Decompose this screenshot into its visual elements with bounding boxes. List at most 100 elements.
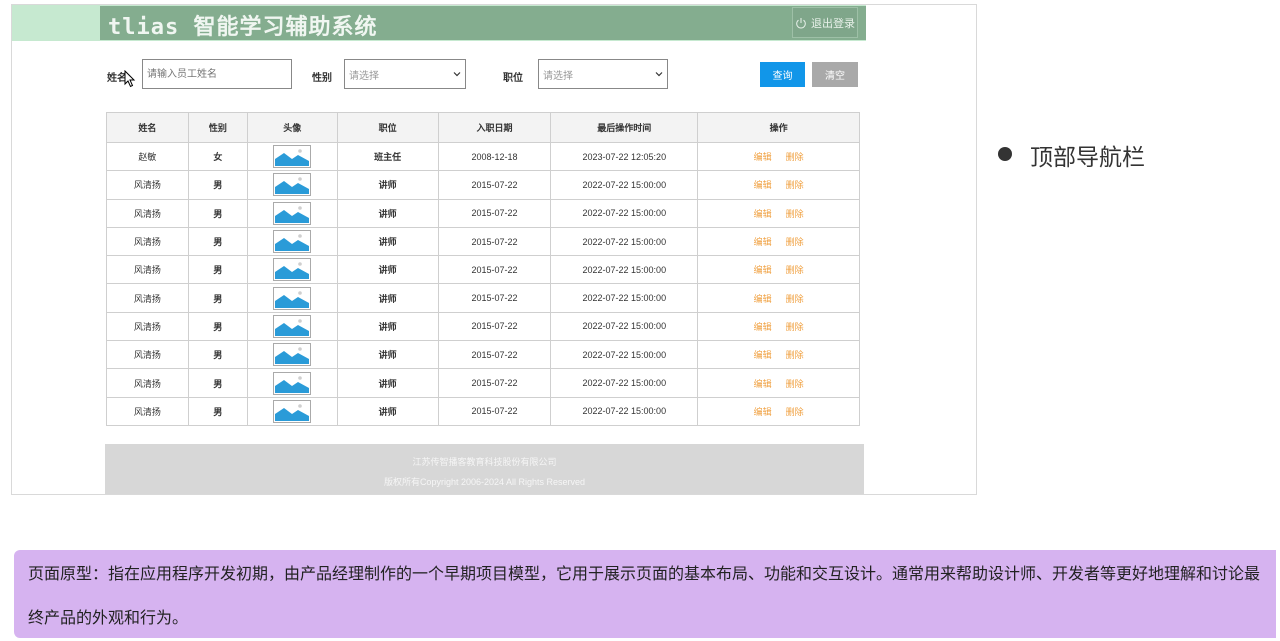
edit-link[interactable]: 编辑	[754, 379, 772, 389]
cell-job: 讲师	[336, 311, 439, 342]
cell-actions: 编辑 删除	[697, 396, 860, 426]
header-bar: tlias 智能学习辅助系统 退出登录	[100, 6, 866, 40]
edit-link[interactable]: 编辑	[754, 350, 772, 360]
job-select[interactable]: 请选择	[538, 59, 668, 89]
cell-entry-date: 2015-07-22	[437, 283, 552, 313]
cell-avatar	[246, 368, 338, 398]
cell-name: 风清扬	[106, 283, 189, 313]
delete-link[interactable]: 删除	[786, 265, 804, 275]
gender-select[interactable]: 请选择	[344, 59, 466, 89]
cell-update-time: 2022-07-22 15:00:00	[550, 283, 699, 313]
clear-button[interactable]: 清空	[812, 62, 858, 87]
cell-entry-date: 2015-07-22	[437, 226, 552, 257]
cell-name: 风清扬	[106, 368, 189, 398]
cell-name: 赵敏	[106, 141, 189, 172]
cell-gender: 男	[187, 311, 248, 342]
cell-avatar	[246, 255, 338, 285]
cell-update-time: 2022-07-22 15:00:00	[550, 340, 699, 370]
cell-update-time: 2022-07-22 15:00:00	[550, 396, 699, 426]
annotation-heading: 顶部导航栏	[1030, 144, 1145, 170]
job-select-value: 请选择	[543, 70, 573, 82]
chevron-down-icon	[655, 72, 663, 77]
image-placeholder-icon	[273, 286, 312, 310]
image-placeholder-icon	[273, 173, 312, 197]
table-row: 风清扬男 讲师 2015-07-22 2022-07-22 15:00:00 编辑 删除	[106, 340, 860, 370]
delete-link[interactable]: 删除	[786, 350, 804, 360]
delete-link[interactable]: 删除	[786, 379, 804, 389]
edit-link[interactable]: 编辑	[754, 237, 772, 247]
edit-link[interactable]: 编辑	[754, 180, 772, 190]
cell-update-time: 2022-07-22 15:00:00	[550, 311, 699, 342]
delete-link[interactable]: 删除	[786, 180, 804, 190]
image-placeholder-icon	[273, 258, 312, 282]
column-header: 职位	[336, 112, 439, 143]
delete-link[interactable]: 删除	[786, 152, 804, 162]
cell-name: 风清扬	[106, 198, 189, 228]
cell-update-time: 2022-07-22 15:00:00	[550, 368, 699, 398]
cell-actions: 编辑 删除	[697, 340, 860, 370]
cell-job: 讲师	[336, 255, 439, 285]
image-placeholder-icon	[273, 201, 312, 225]
delete-link[interactable]: 删除	[786, 294, 804, 304]
cell-name: 风清扬	[106, 255, 189, 285]
image-placeholder-icon	[273, 145, 312, 169]
cell-gender: 女	[187, 141, 248, 172]
footer-company: 江苏传智播客教育科技股份有限公司	[412, 457, 557, 467]
cell-avatar	[246, 396, 338, 426]
cell-entry-date: 2015-07-22	[437, 255, 552, 285]
cell-job: 讲师	[336, 396, 439, 426]
cell-gender: 男	[187, 198, 248, 228]
query-button[interactable]: 查询	[760, 62, 805, 87]
edit-link[interactable]: 编辑	[754, 209, 772, 219]
edit-link[interactable]: 编辑	[754, 407, 772, 417]
edit-link[interactable]: 编辑	[754, 294, 772, 304]
power-icon	[796, 17, 806, 28]
definition-note: 页面原型：指在应用程序开发初期，由产品经理制作的一个早期项目模型，它用于展示页面…	[14, 550, 1276, 638]
image-placeholder-icon	[273, 314, 312, 338]
delete-link[interactable]: 删除	[786, 209, 804, 219]
cell-update-time: 2022-07-22 15:00:00	[550, 255, 699, 285]
cell-entry-date: 2015-07-22	[437, 396, 552, 426]
cell-job: 班主任	[336, 141, 439, 172]
table-row: 风清扬男 讲师 2015-07-22 2022-07-22 15:00:00 编辑 删除	[106, 255, 860, 285]
cell-avatar	[246, 198, 338, 228]
column-header: 姓名	[106, 112, 189, 143]
table-row: 风清扬男 讲师 2015-07-22 2022-07-22 15:00:00 编辑 删除	[106, 283, 860, 313]
delete-link[interactable]: 删除	[786, 407, 804, 417]
cell-avatar	[246, 170, 338, 200]
edit-link[interactable]: 编辑	[754, 265, 772, 275]
cell-avatar	[246, 283, 338, 313]
cell-gender: 男	[187, 170, 248, 200]
image-placeholder-icon	[273, 371, 312, 395]
cell-entry-date: 2015-07-22	[437, 368, 552, 398]
cell-name: 风清扬	[106, 170, 189, 200]
cell-gender: 男	[187, 255, 248, 285]
search-filters: 姓名 性别 请选择 职位 请选择 查询 清空	[12, 59, 976, 91]
cell-update-time: 2023-07-22 12:05:20	[550, 141, 699, 172]
cell-actions: 编辑 删除	[697, 170, 860, 200]
cell-avatar	[246, 311, 338, 342]
delete-link[interactable]: 删除	[786, 322, 804, 332]
logout-label: 退出登录	[811, 17, 855, 30]
cell-actions: 编辑 删除	[697, 255, 860, 285]
cell-actions: 编辑 删除	[697, 311, 860, 342]
cell-actions: 编辑 删除	[697, 198, 860, 228]
name-search-input[interactable]	[142, 59, 292, 89]
brand-title: tlias 智能学习辅助系统	[108, 15, 378, 40]
delete-link[interactable]: 删除	[786, 237, 804, 247]
cell-entry-date: 2015-07-22	[437, 311, 552, 342]
gender-filter-label: 性别	[312, 73, 332, 84]
cell-job: 讲师	[336, 226, 439, 257]
note-text: 页面原型：指在应用程序开发初期，由产品经理制作的一个早期项目模型，它用于展示页面…	[28, 566, 1261, 627]
footer-copyright: 版权所有Copyright 2006-2024 All Rights Reser…	[383, 477, 586, 487]
chevron-down-icon	[453, 72, 461, 77]
table-row: 风清扬男 讲师 2015-07-22 2022-07-22 15:00:00 编辑 删除	[106, 396, 860, 426]
logout-button[interactable]: 退出登录	[792, 7, 858, 38]
cursor-icon	[124, 70, 136, 88]
bullet-dot	[998, 147, 1012, 161]
employee-table: 姓名 性别 头像 职位 入职日期 最后操作时间 操作 赵敏女 班主任 2008-12…	[106, 112, 860, 426]
cell-gender: 男	[187, 283, 248, 313]
edit-link[interactable]: 编辑	[754, 152, 772, 162]
edit-link[interactable]: 编辑	[754, 322, 772, 332]
image-placeholder-icon	[273, 343, 312, 367]
